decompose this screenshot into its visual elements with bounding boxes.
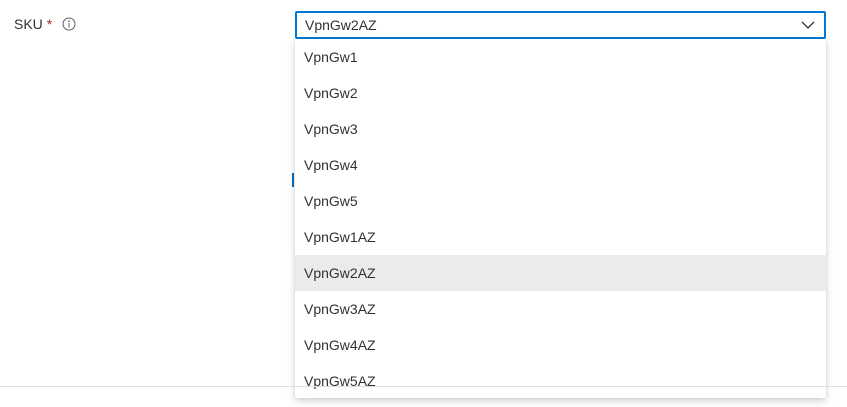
chevron-down-icon[interactable] — [800, 17, 816, 33]
sku-option[interactable]: VpnGw3 — [295, 111, 826, 147]
sku-dropdown[interactable]: VpnGw2AZ — [295, 11, 826, 39]
section-divider — [0, 386, 847, 387]
sku-option[interactable]: VpnGw5 — [295, 183, 826, 219]
required-marker: * — [46, 16, 53, 32]
sku-options-list: VpnGw1 VpnGw2 VpnGw3 VpnGw4 VpnGw5 VpnGw… — [295, 39, 826, 398]
sku-option[interactable]: VpnGw2 — [295, 75, 826, 111]
sku-option[interactable]: VpnGw1AZ — [295, 219, 826, 255]
info-icon[interactable] — [62, 17, 76, 31]
sku-option[interactable]: VpnGw5AZ — [295, 363, 826, 398]
sku-form-section: SKU * VpnGw2AZ VpnGw1 VpnGw2 VpnGw3 VpnG… — [0, 0, 847, 407]
sku-option[interactable]: VpnGw4 — [295, 147, 826, 183]
sku-option[interactable]: VpnGw4AZ — [295, 327, 826, 363]
focus-indicator — [292, 173, 294, 187]
sku-option-selected[interactable]: VpnGw2AZ — [295, 255, 826, 291]
sku-option[interactable]: VpnGw3AZ — [295, 291, 826, 327]
sku-label: SKU — [14, 16, 43, 32]
sku-option[interactable]: VpnGw1 — [295, 39, 826, 75]
sku-dropdown-value: VpnGw2AZ — [305, 17, 377, 33]
sku-field-label-group: SKU * — [14, 16, 76, 32]
